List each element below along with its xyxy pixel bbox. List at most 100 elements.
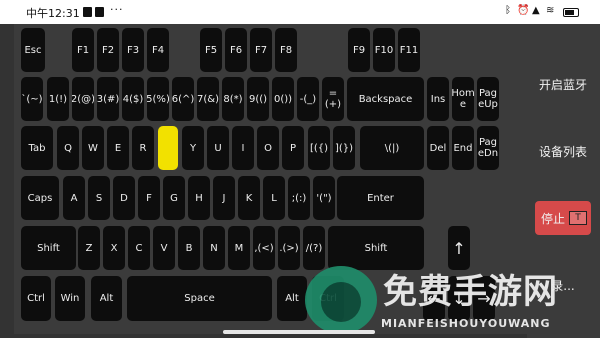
key-win[interactable]: Win — [55, 276, 85, 321]
key-left-shift[interactable]: Shift — [21, 226, 76, 270]
key-3[interactable]: 3(#) — [97, 77, 119, 121]
key-2[interactable]: 2(@) — [72, 77, 94, 121]
key-period[interactable]: .(>) — [278, 226, 300, 270]
key-n[interactable]: N — [203, 226, 225, 270]
key-arrow-right[interactable]: → — [473, 276, 495, 321]
key-1[interactable]: 1(!) — [47, 77, 69, 121]
stop-button-label: 停止 — [541, 211, 566, 226]
key-w[interactable]: W — [82, 126, 104, 170]
key-semicolon[interactable]: ;(:) — [288, 176, 310, 220]
key-q[interactable]: Q — [57, 126, 79, 170]
control-panel: 开启蓝牙 设备列表 停止 T 录... — [527, 24, 600, 338]
key-0[interactable]: 0()) — [272, 77, 294, 121]
key-arrow-up[interactable]: ↑ — [448, 226, 470, 270]
key-right-shift[interactable]: Shift — [328, 226, 424, 270]
key-esc[interactable]: Esc — [21, 28, 45, 72]
key-5[interactable]: 5(%) — [147, 77, 169, 121]
key-f4[interactable]: F4 — [147, 28, 169, 72]
bluetooth-icon: ᛒ — [505, 5, 511, 16]
key-z[interactable]: Z — [78, 226, 100, 270]
device-list-button[interactable]: 设备列表 — [535, 134, 591, 168]
key-7[interactable]: 7(&) — [197, 77, 219, 121]
key-right-ctrl[interactable]: Ctrl — [312, 276, 344, 321]
key-8[interactable]: 8(*) — [222, 77, 244, 121]
key-l[interactable]: L — [263, 176, 285, 220]
enable-bluetooth-button[interactable]: 开启蓝牙 — [535, 67, 591, 101]
virtual-keyboard: Esc F1 F2 F3 F4 F5 F6 F7 F8 F9 F10 F11 `… — [14, 24, 527, 334]
key-f1[interactable]: F1 — [72, 28, 94, 72]
status-bar: 中午12:31 ··· ᛒ ⏰ ▲ ≋ — [0, 0, 600, 24]
key-j[interactable]: J — [213, 176, 235, 220]
key-backtick[interactable]: `(~) — [21, 77, 43, 121]
key-lbracket[interactable]: [({) — [308, 126, 330, 170]
key-home[interactable]: Hom e — [452, 77, 474, 121]
key-right-alt[interactable]: Alt — [277, 276, 307, 321]
key-i[interactable]: I — [232, 126, 254, 170]
key-t-pressed[interactable] — [158, 126, 178, 170]
key-k[interactable]: K — [238, 176, 260, 220]
key-enter[interactable]: Enter — [337, 176, 424, 220]
key-f8[interactable]: F8 — [275, 28, 297, 72]
key-p[interactable]: P — [282, 126, 304, 170]
key-rbracket[interactable]: ](}) — [333, 126, 355, 170]
key-equals[interactable]: =(+) — [322, 77, 344, 121]
stop-key-badge: T — [569, 211, 588, 225]
stop-button[interactable]: 停止 T — [535, 201, 591, 235]
key-ins[interactable]: Ins — [427, 77, 449, 121]
key-comma[interactable]: ,(<) — [253, 226, 275, 270]
key-x[interactable]: X — [103, 226, 125, 270]
key-f5[interactable]: F5 — [200, 28, 222, 72]
key-f6[interactable]: F6 — [225, 28, 247, 72]
key-c[interactable]: C — [128, 226, 150, 270]
key-6[interactable]: 6(^) — [172, 77, 194, 121]
key-s[interactable]: S — [88, 176, 110, 220]
more-notifications-icon: ··· — [110, 3, 124, 16]
key-g[interactable]: G — [163, 176, 185, 220]
key-v[interactable]: V — [153, 226, 175, 270]
key-o[interactable]: O — [257, 126, 279, 170]
key-caps[interactable]: Caps — [21, 176, 59, 220]
signal-icon: ▲ — [532, 5, 540, 16]
key-b[interactable]: B — [178, 226, 200, 270]
battery-icon — [563, 8, 579, 17]
key-e[interactable]: E — [107, 126, 129, 170]
key-pagedown[interactable]: Pag eDn — [477, 126, 499, 170]
key-9[interactable]: 9(() — [247, 77, 269, 121]
key-f11[interactable]: F11 — [398, 28, 420, 72]
notification-icon — [83, 7, 92, 17]
key-quote[interactable]: '(") — [313, 176, 335, 220]
key-f3[interactable]: F3 — [122, 28, 144, 72]
key-f7[interactable]: F7 — [250, 28, 272, 72]
key-y[interactable]: Y — [182, 126, 204, 170]
key-h[interactable]: H — [188, 176, 210, 220]
key-arrow-left[interactable]: ← — [423, 276, 445, 321]
key-r[interactable]: R — [132, 126, 154, 170]
key-f10[interactable]: F10 — [373, 28, 395, 72]
key-alt[interactable]: Alt — [91, 276, 122, 321]
key-pageup[interactable]: Pag eUp — [477, 77, 499, 121]
key-f[interactable]: F — [138, 176, 160, 220]
key-del[interactable]: Del — [427, 126, 449, 170]
notification-icon — [95, 7, 104, 17]
key-f2[interactable]: F2 — [97, 28, 119, 72]
wifi-icon: ≋ — [546, 5, 555, 16]
alarm-icon: ⏰ — [517, 5, 530, 16]
key-a[interactable]: A — [63, 176, 85, 220]
key-u[interactable]: U — [207, 126, 229, 170]
key-tab[interactable]: Tab — [21, 126, 53, 170]
key-minus[interactable]: -(_) — [297, 77, 319, 121]
key-ctrl[interactable]: Ctrl — [21, 276, 51, 321]
key-f9[interactable]: F9 — [348, 28, 370, 72]
key-slash[interactable]: /(?) — [303, 226, 325, 270]
key-d[interactable]: D — [113, 176, 135, 220]
gesture-nav-bar[interactable] — [223, 330, 375, 334]
key-m[interactable]: M — [228, 226, 250, 270]
key-4[interactable]: 4($) — [122, 77, 144, 121]
key-end[interactable]: End — [452, 126, 474, 170]
key-arrow-down[interactable]: ↓ — [448, 276, 470, 321]
key-backslash[interactable]: \(|) — [360, 126, 424, 170]
status-time: 中午12:31 — [26, 7, 80, 20]
key-space[interactable]: Space — [127, 276, 272, 321]
key-backspace[interactable]: Backspace — [347, 77, 424, 121]
record-button[interactable]: 录... — [535, 268, 591, 302]
